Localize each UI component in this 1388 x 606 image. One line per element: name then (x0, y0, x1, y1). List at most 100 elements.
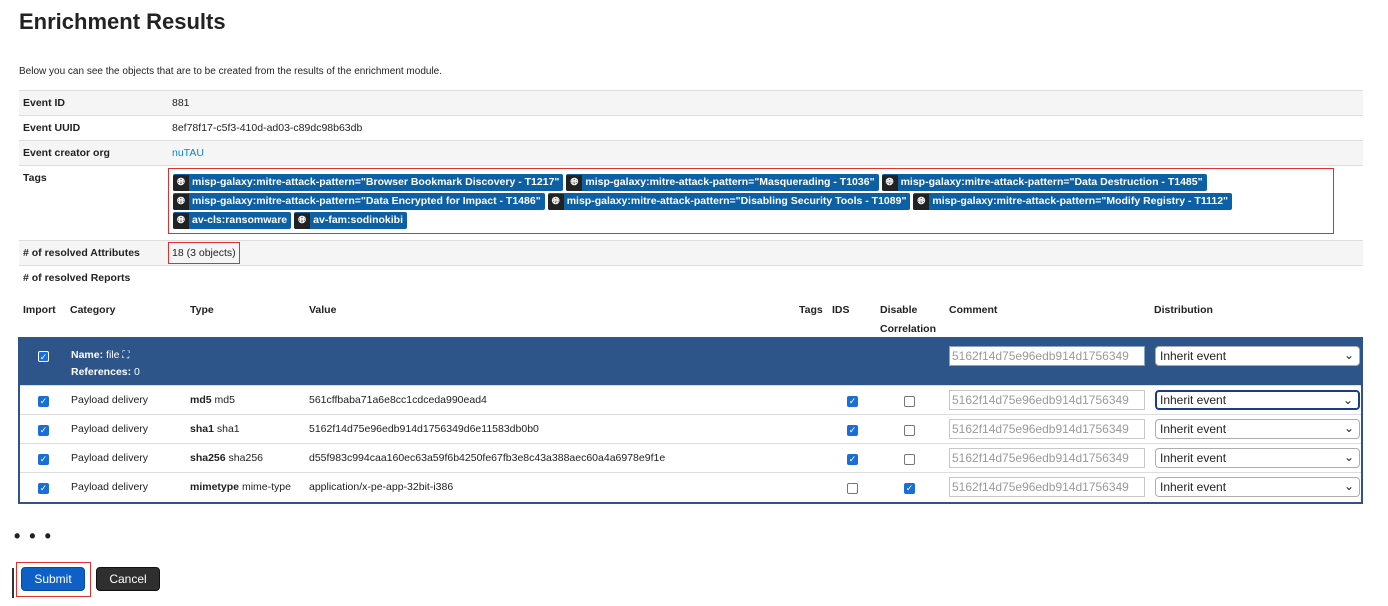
attribute-type-name: sha1 (190, 423, 214, 435)
expand-icon[interactable]: ⛶ (122, 350, 129, 361)
attribute-type: md5 md5 (190, 394, 235, 406)
col-ids: IDS (832, 304, 850, 316)
intro-text: Below you can see the objects that are t… (19, 66, 443, 77)
col-tags: Tags (799, 304, 823, 316)
attribute-distribution-value: Inherit event (1160, 422, 1227, 436)
object-references: 0 (134, 366, 140, 378)
attribute-row: ✓ Payload delivery md5 md5 561cffbaba71a6e8… (20, 385, 1361, 415)
attribute-value: d55f983c994caa160ec63a59f6b4250fe67fb3e8… (309, 452, 666, 464)
ids-checkbox[interactable]: ✓ (847, 396, 858, 407)
attribute-category: Payload delivery (71, 394, 149, 406)
attribute-category: Payload delivery (71, 481, 149, 493)
attribute-value: application/x-pe-app-32bit-i386 (309, 481, 454, 493)
globe-icon: 🌐︎ (173, 175, 189, 191)
globe-icon: 🌐︎ (881, 175, 898, 191)
col-import: Import (23, 304, 56, 316)
event-tags-label: Tags (19, 165, 168, 241)
tag-text: misp-galaxy:mitre-attack-pattern="Modify… (932, 195, 1229, 207)
attribute-comment-field[interactable]: 5162f14d75e96edb914d1756349 (949, 448, 1145, 468)
disable-correlation-checkbox[interactable] (904, 454, 915, 465)
tag-badge[interactable]: 🌐︎ misp-galaxy:mitre-attack-pattern="Brow… (173, 174, 564, 191)
object-name-label: Name: (71, 349, 104, 361)
event-org-link[interactable]: nuTAU (172, 147, 204, 159)
attribute-distribution-select[interactable]: Inherit event ⌄ (1155, 419, 1360, 439)
attribute-object-relation: md5 (214, 394, 235, 406)
object-distribution-select[interactable]: Inherit event ⌄ (1155, 346, 1360, 366)
tag-text: misp-galaxy:mitre-attack-pattern="Data E… (192, 195, 541, 207)
object-info: Name: file ⛶ References: 0 (71, 347, 140, 381)
tag-badge[interactable]: 🌐︎ misp-galaxy:mitre-attack-pattern="Data… (173, 193, 545, 210)
event-id-label: Event ID (19, 90, 168, 116)
cancel-button[interactable]: Cancel (96, 567, 160, 591)
event-tags-row: Tags 🌐︎ misp-galaxy:mitre-attack-pattern=… (19, 165, 1363, 241)
left-edge-bar (12, 568, 14, 598)
attribute-row: ✓ Payload delivery sha1 sha1 5162f14d75e96e… (20, 414, 1361, 444)
globe-icon: 🌐︎ (913, 194, 930, 210)
tag-badge[interactable]: 🌐︎ misp-galaxy:mitre-attack-pattern="Disa… (547, 193, 911, 210)
attribute-object-relation: sha256 (228, 452, 263, 464)
event-org-label: Event creator org (19, 140, 168, 166)
event-uuid-label: Event UUID (19, 115, 168, 141)
tag-badge[interactable]: 🌐︎ av-fam:sodinokibi (294, 212, 407, 229)
attribute-distribution-select[interactable]: Inherit event ⌄ (1155, 448, 1360, 468)
tags-list: 🌐︎ misp-galaxy:mitre-attack-pattern="Brow… (168, 168, 1334, 234)
attribute-value: 5162f14d75e96edb914d1756349d6e11583db0b0 (309, 423, 539, 435)
object-import-checkbox[interactable]: ✓ (38, 351, 49, 362)
attribute-import-checkbox[interactable]: ✓ (38, 425, 49, 436)
tag-badge[interactable]: 🌐︎ misp-galaxy:mitre-attack-pattern="Data… (881, 174, 1207, 191)
tag-text: misp-galaxy:mitre-attack-pattern="Disabl… (566, 195, 907, 207)
attribute-comment-field[interactable]: 5162f14d75e96edb914d1756349 (949, 477, 1145, 497)
tag-text: misp-galaxy:mitre-attack-pattern="Data D… (900, 176, 1203, 188)
attribute-distribution-value: Inherit event (1160, 393, 1227, 407)
chevron-down-icon: ⌄ (1343, 421, 1354, 435)
object-distribution-value: Inherit event (1160, 349, 1227, 363)
resolved-reports-value (168, 265, 1363, 290)
object-row: ✓ Name: file ⛶ References: 0 5162f14d75e… (20, 337, 1361, 385)
resolved-attributes-value: 18 (3 objects) (168, 242, 240, 264)
ids-checkbox[interactable] (847, 483, 858, 494)
object-references-label: References: (71, 366, 132, 378)
attribute-type-name: mimetype (190, 481, 240, 493)
attribute-comment-field[interactable]: 5162f14d75e96edb914d1756349 (949, 419, 1145, 439)
col-value: Value (309, 304, 337, 316)
submit-button[interactable]: Submit (21, 567, 85, 591)
ids-checkbox[interactable]: ✓ (847, 454, 858, 465)
attribute-distribution-select[interactable]: Inherit event ⌄ (1155, 390, 1360, 410)
attribute-import-checkbox[interactable]: ✓ (38, 483, 49, 494)
disable-correlation-checkbox[interactable]: ✓ (904, 483, 915, 494)
tag-badge[interactable]: 🌐︎ av-cls:ransomware (173, 212, 292, 229)
col-type: Type (190, 304, 214, 316)
attribute-type-name: sha256 (190, 452, 226, 464)
attribute-import-checkbox[interactable]: ✓ (38, 454, 49, 465)
globe-icon: 🌐︎ (566, 175, 583, 191)
attribute-comment-field[interactable]: 5162f14d75e96edb914d1756349 (949, 390, 1145, 410)
disable-correlation-checkbox[interactable] (904, 396, 915, 407)
disable-correlation-checkbox[interactable] (904, 425, 915, 436)
chevron-down-icon: ⌄ (1343, 479, 1354, 493)
objects-grid: ✓ Name: file ⛶ References: 0 5162f14d75e… (18, 337, 1363, 504)
attribute-row: ✓ Payload delivery mimetype mime-type appli… (20, 472, 1361, 502)
tag-text: misp-galaxy:mitre-attack-pattern="Masque… (585, 176, 875, 188)
object-comment-field[interactable]: 5162f14d75e96edb914d1756349 (949, 346, 1145, 366)
col-distribution: Distribution (1154, 304, 1213, 316)
event-info-table: Event ID 881 Event UUID 8ef78f17-c5f3-41… (19, 90, 1363, 290)
attribute-import-checkbox[interactable]: ✓ (38, 396, 49, 407)
page-title: Enrichment Results (19, 9, 226, 34)
tag-text: av-fam:sodinokibi (313, 214, 403, 226)
chevron-down-icon: ⌄ (1343, 450, 1354, 464)
ids-checkbox[interactable]: ✓ (847, 425, 858, 436)
chevron-down-icon: ⌄ (1343, 348, 1354, 362)
tag-text: av-cls:ransomware (192, 214, 288, 226)
tag-badge[interactable]: 🌐︎ misp-galaxy:mitre-attack-pattern="Masq… (566, 174, 879, 191)
attribute-category: Payload delivery (71, 452, 149, 464)
resolved-attributes-row: # of resolved Attributes 18 (3 objects) (19, 240, 1363, 266)
globe-icon: 🌐︎ (547, 194, 564, 210)
globe-icon: 🌐︎ (173, 213, 189, 229)
attribute-type-name: md5 (190, 394, 212, 406)
event-uuid-value: 8ef78f17-c5f3-410d-ad03-c89dc98b63db (168, 115, 1363, 141)
attribute-distribution-value: Inherit event (1160, 451, 1227, 465)
attribute-object-relation: sha1 (216, 423, 240, 435)
attribute-distribution-select[interactable]: Inherit event ⌄ (1155, 477, 1360, 497)
tag-badge[interactable]: 🌐︎ misp-galaxy:mitre-attack-pattern="Modi… (913, 193, 1233, 210)
attribute-type: mimetype mime-type (190, 481, 291, 493)
